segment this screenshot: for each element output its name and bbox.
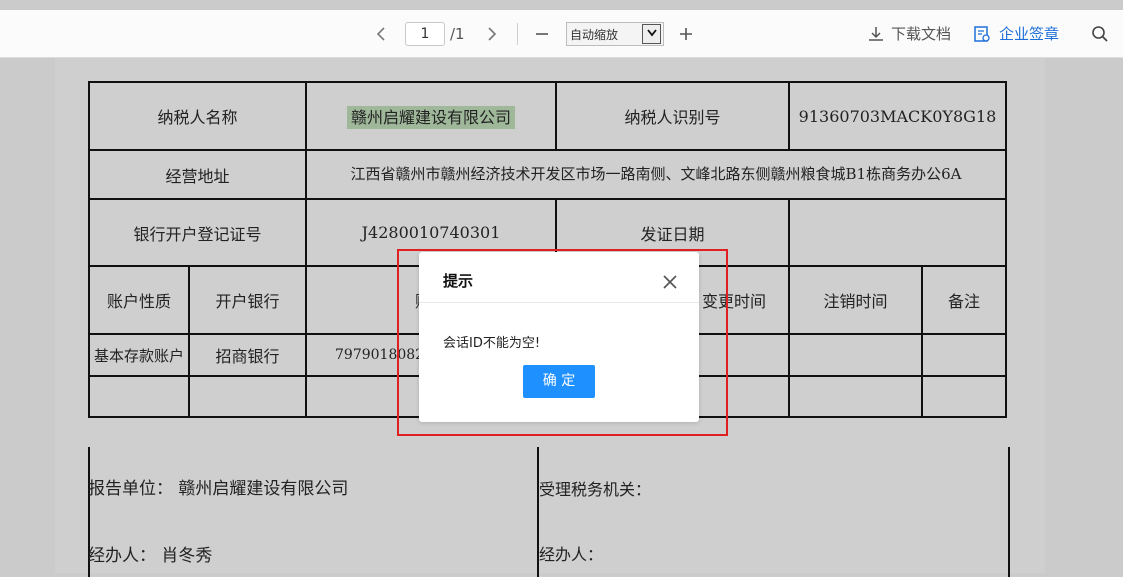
row2-bank (188, 375, 307, 418)
taxpayer-name-cell: 赣州启耀建设有限公司 (305, 81, 557, 151)
seal-icon (974, 25, 990, 42)
row1-account-type: 基本存款账户 (88, 333, 190, 377)
page-number-input[interactable]: 1 (405, 21, 445, 46)
pdf-toolbar: 1 /1 自动缩放 下载文档 企业签章 (0, 10, 1123, 58)
row1-cancel-time (788, 333, 923, 377)
zoom-select[interactable]: 自动缩放 (566, 22, 664, 46)
bank-reg-label: 银行开户登记证号 (88, 198, 307, 267)
address-value: 江西省赣州市赣州经济技术开发区市场一路南侧、文峰北路东侧赣州粮食城B1栋商务办公… (305, 149, 1007, 200)
col-cancel-time: 注销时间 (788, 265, 923, 335)
handler-right-text: 经办人： (539, 545, 604, 564)
chevron-right-icon (488, 26, 497, 41)
toolbar-divider (517, 23, 518, 45)
col-remark: 备注 (921, 265, 1007, 335)
row1-remark (921, 333, 1007, 377)
table-row: 纳税人名称 赣州启耀建设有限公司 纳税人识别号 91360703MACK0Y8G… (88, 81, 1007, 151)
handler-left-text: 经办人： 肖冬秀 (88, 546, 213, 566)
download-button[interactable]: 下载文档 (867, 10, 951, 57)
plus-icon (680, 27, 692, 40)
row1-bank: 招商银行 (188, 333, 307, 377)
next-page-button[interactable] (486, 10, 498, 57)
taxpayer-name-value: 赣州启耀建设有限公司 (346, 106, 515, 129)
enterprise-sign-button[interactable]: 企业签章 (973, 10, 1059, 57)
tax-office-text: 受理税务机关： (539, 480, 652, 499)
address-label: 经营地址 (88, 149, 307, 200)
page-number-field[interactable]: 1 (405, 10, 445, 57)
download-icon (869, 26, 883, 41)
zoom-in-button[interactable] (679, 10, 693, 57)
taxpayer-id-label: 纳税人识别号 (555, 81, 790, 151)
chevron-down-icon (642, 24, 661, 44)
taxpayer-name-label: 纳税人名称 (88, 81, 307, 151)
total-pages: /1 (450, 24, 465, 43)
download-label: 下载文档 (891, 25, 952, 43)
annotation-highlight-box (397, 249, 728, 436)
row2-remark (921, 375, 1007, 418)
search-button[interactable] (1091, 10, 1109, 57)
minus-icon (536, 32, 548, 35)
prev-page-button[interactable] (375, 10, 387, 57)
row2-account-type (88, 375, 190, 418)
col-bank: 开户银行 (188, 265, 307, 335)
search-icon (1092, 25, 1108, 42)
table-row: 经营地址 江西省赣州市赣州经济技术开发区市场一路南侧、文峰北路东侧赣州粮食城B1… (88, 149, 1007, 200)
report-unit-text: 报告单位： 赣州启耀建设有限公司 (88, 479, 349, 499)
taxpayer-id-value: 91360703MACK0Y8G18 (788, 81, 1007, 151)
issue-date-value (788, 198, 1007, 267)
chevron-left-icon (376, 26, 385, 41)
zoom-out-button[interactable] (535, 10, 549, 57)
row2-cancel-time (788, 375, 923, 418)
zoom-select-value: 自动缩放 (570, 28, 619, 42)
enterprise-sign-label: 企业签章 (999, 25, 1060, 43)
col-account-type: 账户性质 (88, 265, 190, 335)
